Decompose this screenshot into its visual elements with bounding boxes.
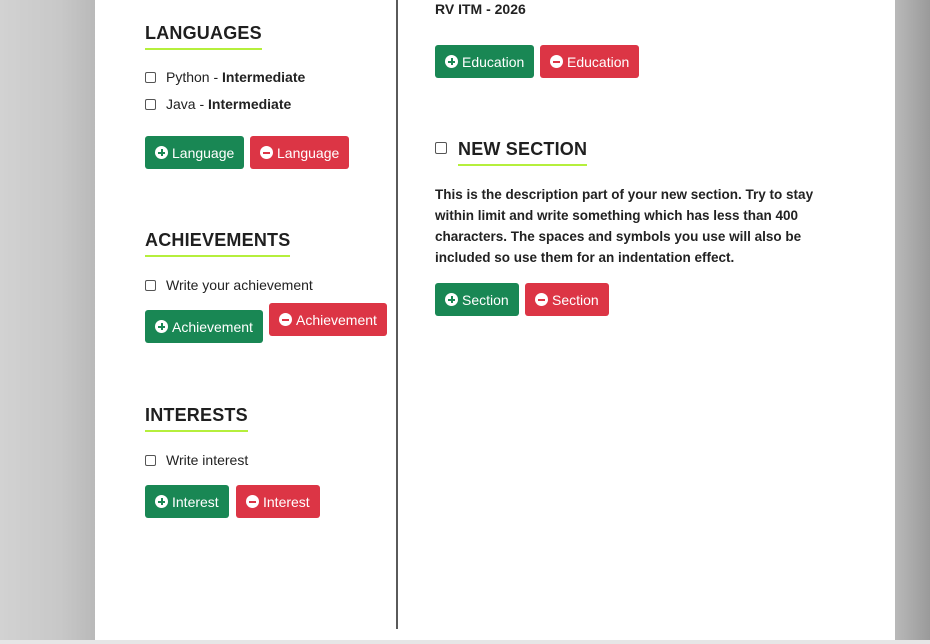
new-section-heading: NEW SECTION [458,138,588,166]
achievement-text: Write your achievement [166,277,313,293]
add-section-label: Section [462,291,509,308]
minus-circle-icon [550,55,563,68]
plus-circle-icon [155,146,168,159]
add-achievement-button[interactable]: Achievement [145,310,263,343]
remove-section-button[interactable]: Section [525,283,609,316]
plus-circle-icon [155,320,168,333]
add-achievement-label: Achievement [172,318,253,335]
education-entry: RV ITM - 2026 [435,1,526,17]
remove-education-button[interactable]: Education [540,45,640,78]
add-interest-button[interactable]: Interest [145,485,229,518]
minus-circle-icon [260,146,273,159]
plus-circle-icon [445,55,458,68]
resume-page: LANGUAGES Python - Intermediate Java - I… [95,0,895,640]
remove-language-button[interactable]: Language [250,136,350,169]
add-language-button[interactable]: Language [145,136,245,169]
language-checkbox[interactable] [145,98,156,110]
language-separator: - [209,69,223,85]
achievement-checkbox[interactable] [145,279,156,291]
remove-language-label: Language [277,144,340,161]
language-item: Python - Intermediate [145,67,305,87]
language-item: Java - Intermediate [145,94,291,114]
add-interest-label: Interest [172,493,219,510]
minus-circle-icon [279,313,292,326]
remove-section-label: Section [552,291,599,308]
new-section-description[interactable]: This is the description part of your new… [435,184,820,268]
plus-circle-icon [445,293,458,306]
remove-achievement-label: Achievement [296,311,377,328]
achievements-heading: ACHIEVEMENTS [145,229,291,257]
remove-interest-button[interactable]: Interest [236,485,320,518]
remove-education-label: Education [567,53,630,70]
language-separator: - [195,96,209,112]
plus-circle-icon [155,495,168,508]
interest-item: Write interest [145,450,248,470]
interests-heading: INTERESTS [145,404,248,432]
remove-achievement-button[interactable]: Achievement [269,303,387,336]
language-checkbox[interactable] [145,71,156,83]
language-level: Intermediate [222,69,306,85]
add-education-button[interactable]: Education [435,45,535,78]
minus-circle-icon [535,293,548,306]
remove-interest-label: Interest [263,493,310,510]
language-name: Java [166,96,196,112]
minus-circle-icon [246,495,259,508]
new-section-checkbox[interactable] [435,142,447,154]
achievement-item: Write your achievement [145,275,313,295]
add-language-label: Language [172,144,235,161]
column-divider [396,0,398,629]
page-bottom-edge [0,640,930,644]
add-section-button[interactable]: Section [435,283,519,316]
language-level: Intermediate [208,96,292,112]
interest-text: Write interest [166,452,249,468]
add-education-label: Education [462,53,525,70]
interest-checkbox[interactable] [145,454,156,466]
language-name: Python [166,69,210,85]
languages-heading: LANGUAGES [145,22,262,50]
